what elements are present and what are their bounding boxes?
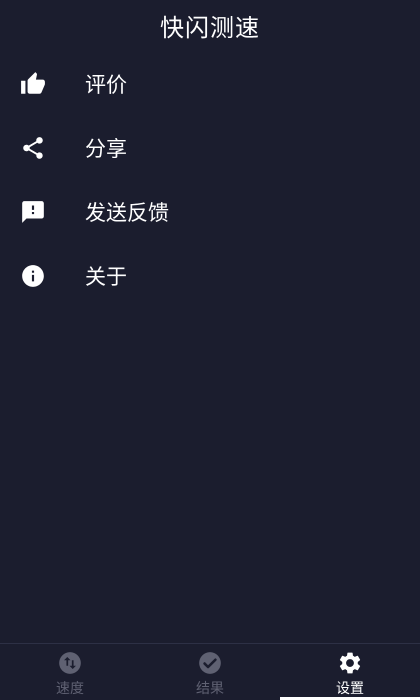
menu-item-label: 关于 [85, 265, 127, 289]
tab-results[interactable]: 结果 [140, 644, 280, 700]
menu-item-label: 评价 [85, 73, 127, 97]
settings-screen: 快闪测速 评价 分享 发送反馈 关于 速度 结果 设置 [0, 0, 420, 700]
tab-label: 结果 [196, 681, 224, 697]
settings-menu: 评价 分享 发送反馈 关于 [0, 52, 420, 308]
app-title: 快闪测速 [160, 13, 260, 42]
tab-label: 速度 [56, 681, 84, 697]
thumb-up-icon [19, 70, 47, 98]
menu-item-feedback[interactable]: 发送反馈 [0, 180, 420, 244]
menu-item-share[interactable]: 分享 [0, 116, 420, 180]
share-icon [19, 134, 47, 162]
menu-item-rate[interactable]: 评价 [0, 52, 420, 116]
check-circle-icon [199, 652, 221, 674]
swap-vertical-icon [59, 652, 81, 674]
info-icon [19, 262, 47, 290]
bottom-navigation: 速度 结果 设置 [0, 643, 420, 700]
tab-speed[interactable]: 速度 [0, 644, 140, 700]
feedback-icon [19, 198, 47, 226]
app-header: 快闪测速 [0, 0, 420, 50]
menu-item-label: 分享 [85, 137, 127, 161]
gear-icon [339, 652, 361, 674]
menu-item-about[interactable]: 关于 [0, 244, 420, 308]
tab-label: 设置 [336, 681, 364, 697]
tab-settings[interactable]: 设置 [280, 644, 420, 700]
menu-item-label: 发送反馈 [85, 201, 169, 225]
